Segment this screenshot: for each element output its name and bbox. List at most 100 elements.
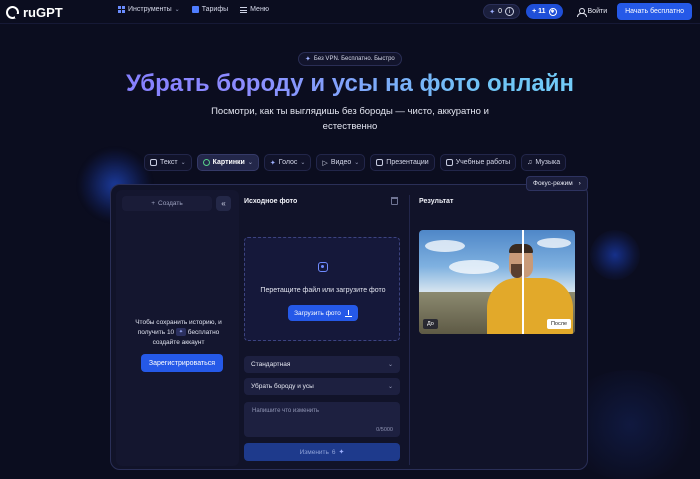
action-select-value: Убрать бороду и усы	[251, 383, 314, 390]
snowflake-icon: ✱	[548, 7, 557, 16]
after-label: После	[546, 319, 571, 329]
dropzone-text: Перетащите файл или загрузите фото	[260, 287, 386, 294]
result-comparison-image[interactable]: До После	[419, 230, 575, 334]
tab-video-label: Видео	[330, 159, 352, 166]
chevron-down-icon: ⌄	[174, 7, 180, 13]
info-icon[interactable]: i	[505, 7, 515, 16]
editor-panel: + Создать « Чтобы сохранить историю, и п…	[110, 184, 588, 470]
chevron-down-icon: ⌄	[247, 160, 253, 166]
presentation-icon	[376, 159, 384, 166]
play-icon: ▷	[322, 159, 328, 167]
mode-select-value: Стандартная	[251, 361, 291, 368]
nav-menu-label: Меню	[250, 6, 270, 13]
collapse-sidebar-button[interactable]: «	[216, 196, 231, 211]
column-divider	[409, 195, 410, 465]
header-actions: ✦ 0 i + 11 ✱ Войти Начать бесплатно	[483, 3, 692, 20]
change-label: Изменить	[299, 448, 329, 456]
image-upload-icon	[318, 262, 328, 272]
upload-photo-button[interactable]: Загрузить фото	[288, 305, 358, 321]
prompt-input[interactable]: Напишите что изменить 0/5000	[244, 402, 400, 437]
nav-pricing[interactable]: Тарифы	[191, 6, 229, 13]
tab-images-label: Картинки	[212, 159, 245, 166]
tab-voice-label: Голос	[278, 159, 298, 166]
change-cost: 6	[331, 448, 336, 456]
prompt-char-count: 0/5000	[376, 427, 393, 433]
page-subtitle: Посмотри, как ты выглядишь без бороды — …	[211, 106, 489, 132]
trash-icon[interactable]	[391, 197, 398, 205]
logo-text: ruGPT	[23, 5, 63, 20]
tab-images[interactable]: Картинки ⌄	[196, 154, 259, 171]
nav-tools[interactable]: Инструменты ⌄	[118, 6, 180, 13]
bonus-pill[interactable]: + 11 ✱	[526, 4, 563, 19]
music-icon: ♫	[527, 159, 533, 166]
credits-count: 0	[498, 8, 503, 15]
action-select[interactable]: Убрать бороду и усы ⌄	[244, 378, 400, 395]
sparkle-icon: ✦	[338, 449, 345, 456]
change-button[interactable]: Изменить 6 ✦	[244, 443, 400, 461]
chevron-down-icon: ⌄	[300, 160, 306, 166]
mode-select[interactable]: Стандартная ⌄	[244, 356, 400, 373]
tab-text[interactable]: Текст ⌄	[144, 154, 192, 171]
source-photo-section: Исходное фото Перетащите файл или загруз…	[244, 185, 409, 469]
sparkle-icon: ✦	[305, 56, 311, 63]
main-nav: Инструменты ⌄ Тарифы Меню	[118, 6, 269, 13]
tab-presentations[interactable]: Презентации	[370, 154, 435, 171]
hero-badge-text: Без VPN. Бесплатно. Быстро	[313, 56, 395, 62]
sparkle-icon: ✦	[489, 8, 496, 16]
background-glow-right	[590, 230, 640, 280]
focus-mode-label: Фокус-режим	[533, 180, 573, 187]
login-label: Войти	[587, 8, 608, 15]
save-history-text: Чтобы сохранить историю, и получить 10 ✦…	[126, 318, 231, 348]
upload-label: Загрузить фото	[294, 309, 341, 317]
before-label: До	[423, 319, 438, 329]
start-free-button[interactable]: Начать бесплатно	[617, 3, 692, 20]
logo[interactable]: ruGPT	[6, 5, 63, 20]
logo-icon	[6, 6, 19, 19]
tab-text-label: Текст	[160, 159, 178, 166]
file-dropzone[interactable]: Перетащите файл или загрузите фото Загру…	[244, 237, 400, 341]
top-header: ruGPT Инструменты ⌄ Тарифы Меню ✦ 0 i + …	[0, 0, 700, 24]
cloud-shape	[537, 238, 571, 248]
tab-music-label: Музыка	[535, 159, 561, 166]
sparkle-icon: ✦	[175, 328, 186, 337]
page-title: Убрать бороду и усы на фото онлайн	[0, 70, 700, 98]
comparison-slider-handle[interactable]	[522, 230, 524, 334]
cloud-shape	[449, 260, 499, 274]
tab-study-label: Учебные работы	[455, 159, 511, 166]
category-tabs: Текст ⌄ Картинки ⌄ ✦ Голос ⌄ ▷ Видео ⌄ П…	[144, 154, 567, 171]
prompt-placeholder: Напишите что изменить	[252, 408, 320, 414]
menu-icon	[240, 6, 248, 13]
create-label: Создать	[158, 200, 183, 207]
nav-pricing-label: Тарифы	[201, 6, 229, 13]
chevron-down-icon: ⌄	[387, 362, 393, 368]
text-icon	[150, 159, 157, 166]
tab-music[interactable]: ♫ Музыка	[521, 154, 567, 171]
user-icon	[576, 7, 587, 17]
register-button[interactable]: Зарегистрироваться	[141, 354, 223, 372]
result-section: Результат До После	[419, 185, 584, 469]
tab-study[interactable]: Учебные работы	[439, 154, 517, 171]
chevron-right-icon: ›	[578, 180, 581, 187]
result-title: Результат	[419, 198, 454, 205]
plus-icon: +	[151, 200, 156, 207]
tab-presentations-label: Презентации	[386, 159, 429, 166]
chevron-down-icon: ⌄	[387, 384, 393, 390]
image-icon	[202, 159, 210, 166]
hero-badge: ✦ Без VPN. Бесплатно. Быстро	[298, 52, 402, 66]
create-button[interactable]: + Создать	[122, 196, 212, 211]
tab-voice[interactable]: ✦ Голос ⌄	[263, 154, 312, 171]
history-sidebar: + Создать « Чтобы сохранить историю, и п…	[116, 190, 239, 466]
download-icon	[344, 309, 352, 317]
login-button[interactable]: Войти	[576, 7, 608, 17]
nav-menu[interactable]: Меню	[240, 6, 269, 13]
source-photo-title: Исходное фото	[244, 198, 298, 205]
chevron-down-icon: ⌄	[180, 160, 186, 166]
grid-icon	[118, 6, 125, 13]
study-icon	[445, 159, 453, 166]
credits-pill[interactable]: ✦ 0 i	[483, 4, 521, 19]
focus-mode-button[interactable]: Фокус-режим ›	[526, 176, 588, 191]
tag-icon	[191, 6, 199, 13]
cloud-shape	[425, 240, 465, 252]
tab-video[interactable]: ▷ Видео ⌄	[316, 154, 366, 171]
chevrons-left-icon: «	[221, 199, 226, 208]
